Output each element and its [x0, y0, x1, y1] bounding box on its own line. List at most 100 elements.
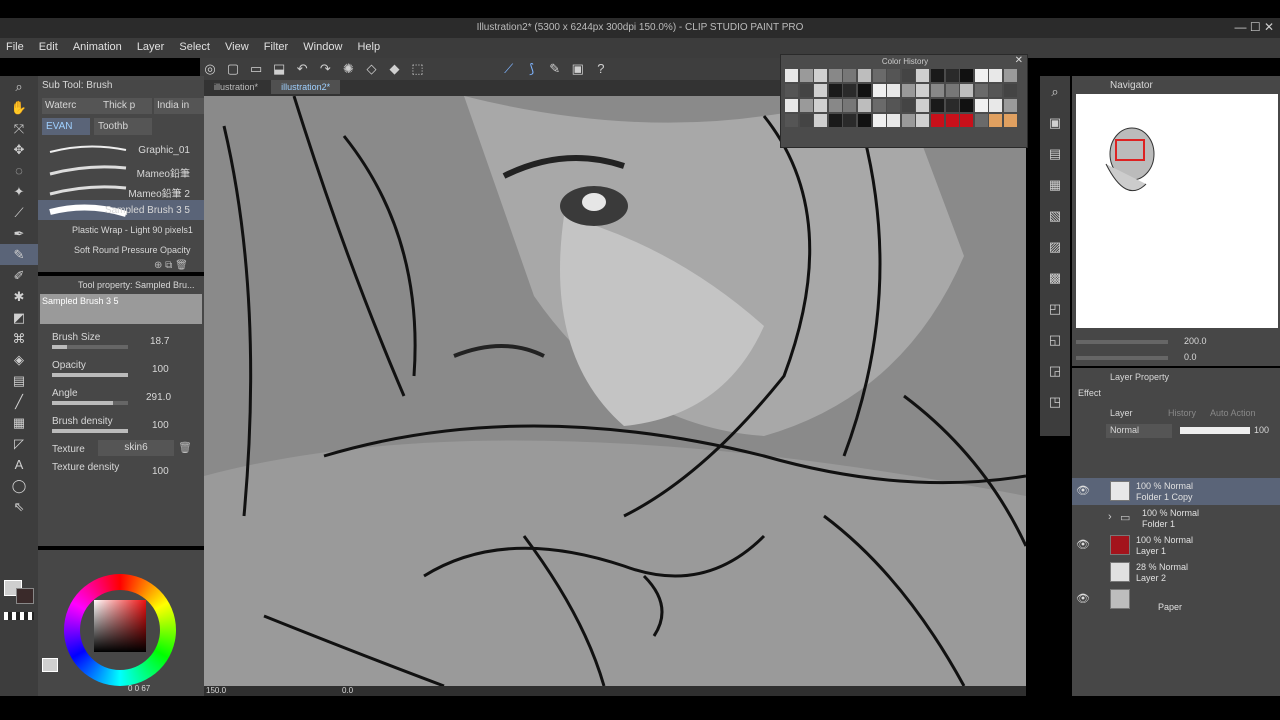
color-swatch[interactable] [974, 69, 988, 82]
material-image-icon[interactable]: ▤ [1040, 138, 1070, 169]
tab-auto-action[interactable]: Auto Action [1210, 408, 1256, 418]
subtool-tab-toothb[interactable]: Toothb [94, 118, 152, 135]
color-swatch[interactable] [931, 84, 944, 97]
color-swatch[interactable] [887, 114, 901, 127]
rotate-slider[interactable] [1076, 356, 1168, 360]
zoom-slider[interactable] [1076, 340, 1168, 344]
color-swatch[interactable] [901, 99, 915, 112]
color-swatch[interactable] [945, 69, 959, 82]
brush-item-sampled[interactable]: Sampled Brush 3 5 [38, 200, 204, 220]
saturation-square[interactable] [94, 600, 146, 652]
color-wheel[interactable] [64, 574, 176, 686]
material-text-icon[interactable]: ◱ [1040, 324, 1070, 355]
layer-row[interactable]: 👁 100 % Normal Layer 1 [1072, 532, 1280, 559]
color-swatch[interactable] [799, 99, 813, 112]
navigator-preview[interactable] [1076, 94, 1278, 328]
eraser-icon[interactable]: ◩ [0, 307, 38, 328]
save-icon[interactable]: ⬓ [271, 61, 287, 77]
color-swatch[interactable] [931, 99, 944, 112]
menu-select[interactable]: Select [173, 38, 216, 56]
color-swatch[interactable] [858, 84, 871, 97]
new-icon[interactable]: ▢ [225, 61, 241, 77]
eye-icon[interactable]: 👁 [1076, 592, 1090, 605]
tab-illustration2[interactable]: illustration2* [271, 80, 341, 94]
redo-icon[interactable]: ↷ [317, 61, 333, 77]
figure-icon[interactable]: ╱ [0, 391, 38, 412]
brush-tool-icon[interactable]: ✎ [0, 244, 38, 265]
material-frame-icon[interactable]: ▨ [1040, 231, 1070, 262]
pen-tool-icon[interactable]: ✒ [0, 223, 38, 244]
color-swatch[interactable] [960, 114, 974, 127]
gradient-icon[interactable]: ▤ [0, 370, 38, 391]
layer-row[interactable]: 28 % Normal Layer 2 [1072, 559, 1280, 586]
color-swatch[interactable] [872, 99, 886, 112]
fill-tool-icon[interactable]: ◈ [0, 349, 38, 370]
color-swatch[interactable] [799, 69, 813, 82]
texture-select[interactable]: skin6 [98, 440, 174, 456]
operation-tool-icon[interactable]: ⤧ [0, 118, 38, 139]
color-swatch[interactable] [887, 69, 901, 82]
color-swatch[interactable] [974, 114, 988, 127]
color-swatch[interactable] [901, 69, 915, 82]
material-favorite-icon[interactable]: ◳ [1040, 386, 1070, 417]
zoom-tool-icon[interactable]: ⌕ [0, 76, 38, 97]
angle-slider[interactable] [52, 401, 128, 405]
transparent-color-icon[interactable] [4, 612, 34, 620]
main-color-swatch[interactable] [42, 658, 58, 672]
subtool-tab-waterc[interactable]: Waterc [42, 98, 100, 114]
brush-size-row[interactable]: Brush Size 18.7 [38, 330, 204, 356]
color-swatch[interactable] [916, 114, 930, 127]
color-swatch[interactable] [1004, 114, 1017, 127]
menu-layer[interactable]: Layer [131, 38, 171, 56]
menu-window[interactable]: Window [297, 38, 348, 56]
search-icon[interactable]: ⌕ [1040, 76, 1070, 107]
eye-icon[interactable]: 👁 [1076, 538, 1090, 551]
brush-size-slider[interactable] [52, 345, 128, 349]
layer-row[interactable]: 👁 100 % Normal Folder 1 Copy [1072, 478, 1280, 505]
close-icon[interactable]: ✕ [1015, 55, 1023, 66]
menu-file[interactable]: File [0, 38, 30, 56]
color-swatch[interactable] [1004, 99, 1017, 112]
tab-history[interactable]: History [1168, 408, 1196, 418]
hand-tool-icon[interactable]: ✋ [0, 97, 38, 118]
color-swatch[interactable] [945, 84, 959, 97]
opacity-slider[interactable] [52, 373, 128, 377]
text-tool-icon[interactable]: A [0, 454, 38, 475]
opacity-slider[interactable] [1180, 427, 1250, 434]
eyedropper-icon[interactable]: ⟋ [0, 202, 38, 223]
color-swatch[interactable] [843, 114, 857, 127]
color-swatch[interactable] [989, 99, 1003, 112]
color-swatch[interactable] [828, 114, 842, 127]
tab-illustration[interactable]: illustration* [204, 80, 268, 94]
color-swatch[interactable] [785, 84, 798, 97]
color-swatch[interactable] [916, 99, 930, 112]
subtool-tab-india[interactable]: India in [154, 98, 204, 114]
color-swatch[interactable] [785, 69, 798, 82]
airbrush-icon[interactable]: ✐ [0, 265, 38, 286]
subtool-tab-evan[interactable]: EVAN [42, 118, 90, 135]
blend-mode-select[interactable]: Normal [1106, 424, 1172, 438]
color-swatch[interactable] [916, 69, 930, 82]
color-swatch[interactable] [974, 99, 988, 112]
lasso-tool-icon[interactable]: ◌ [0, 160, 38, 181]
color-swatch[interactable] [989, 69, 1003, 82]
ruler-icon[interactable]: ◸ [0, 433, 38, 454]
window-controls[interactable]: — ☐ ✕ [1235, 20, 1274, 34]
material-download-icon[interactable]: ◲ [1040, 355, 1070, 386]
brush-item-graphic[interactable]: Graphic_01 [38, 140, 204, 160]
undo-icon[interactable]: ↶ [294, 61, 310, 77]
brush-density-slider[interactable] [52, 429, 128, 433]
sub-color-swatch[interactable] [16, 588, 34, 604]
menu-help[interactable]: Help [351, 38, 386, 56]
menu-view[interactable]: View [219, 38, 255, 56]
color-swatch[interactable] [887, 99, 901, 112]
magic-wand-icon[interactable]: ✦ [0, 181, 38, 202]
color-swatch[interactable] [872, 69, 886, 82]
color-swatch[interactable] [799, 114, 813, 127]
color-swatch[interactable] [858, 99, 871, 112]
trash-icon[interactable]: 🗑 [178, 441, 192, 454]
color-swatch[interactable] [901, 84, 915, 97]
frame-icon[interactable]: ▦ [0, 412, 38, 433]
move-tool-icon[interactable]: ✥ [0, 139, 38, 160]
color-swatch[interactable] [858, 114, 871, 127]
